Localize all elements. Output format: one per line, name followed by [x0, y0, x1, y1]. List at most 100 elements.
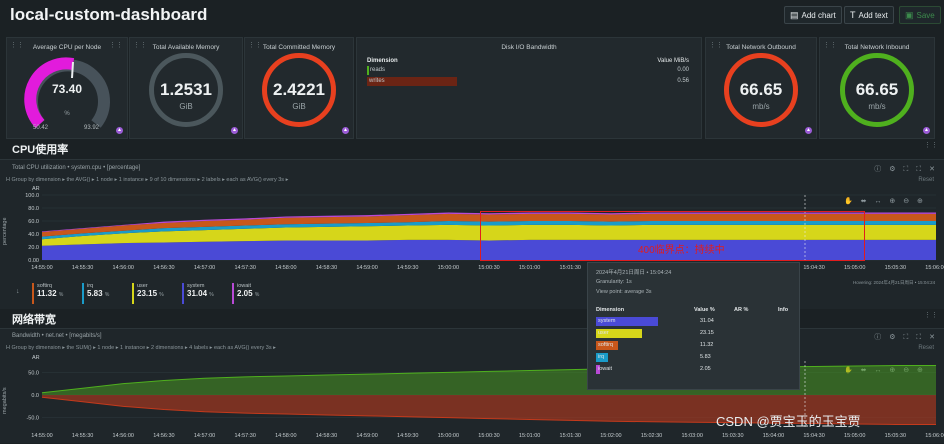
alert-badge-icon[interactable]: ▲ [805, 127, 812, 134]
y-tick-label: 50.0 [28, 370, 39, 376]
tooltip-row: iowait 2.05 [596, 365, 792, 374]
text-icon: T [850, 10, 856, 20]
x-tick-label: 15:01:00 [519, 433, 540, 439]
legend-value: 5.83 % [87, 289, 110, 298]
legend-item-user[interactable]: user 23.15 % [132, 283, 180, 304]
tooltip-row-value: 23.15 [700, 330, 714, 336]
alert-badge-icon[interactable]: ▲ [342, 127, 349, 134]
cpu-gauge-card: ⋮⋮ ⋮⋮ Average CPU per Node 73.40 % 50.42… [6, 37, 128, 139]
hovering-text: Hovering: 2024年4月21日周日 • 15:04:24 [853, 280, 936, 285]
x-tick-label: 14:57:00 [194, 265, 215, 271]
drag-handle-icon[interactable]: ⋮⋮ [924, 311, 938, 319]
x-tick-label: 15:03:00 [681, 433, 702, 439]
gauge-title: Total Network Inbound [844, 44, 910, 51]
x-tick-label: 15:01:30 [560, 433, 581, 439]
x-tick-label: 15:02:00 [600, 433, 621, 439]
x-tick-label: 14:58:00 [275, 265, 296, 271]
add-text-label: Add text [858, 10, 888, 20]
y-tick-label: 0.00 [28, 258, 39, 264]
add-chart-label: Add chart [801, 10, 836, 20]
x-tick-label: 14:57:30 [234, 433, 255, 439]
arrow-down-icon[interactable]: ↓ [16, 288, 20, 295]
x-tick-label: 14:55:00 [31, 433, 52, 439]
network-inbound-ring: 66.65 mb/s [840, 53, 914, 127]
tooltip-row-name: softirq [598, 342, 613, 348]
chart-icon: ▤ [790, 9, 799, 20]
disk-row-writes[interactable]: writes [367, 77, 457, 86]
legend-item-irq[interactable]: irq 5.83 % [82, 283, 130, 304]
legend-item-iowait[interactable]: iowait 2.05 % [232, 283, 280, 304]
gauge-unit: GiB [179, 102, 193, 111]
tooltip-info-header: Info [778, 307, 789, 313]
alert-badge-icon[interactable]: ▲ [231, 127, 238, 134]
add-text-button[interactable]: T Add text [844, 6, 894, 24]
disk-row-name: reads [370, 67, 386, 73]
x-tick-label: 14:56:30 [153, 265, 174, 271]
x-tick-label: 14:59:00 [356, 265, 377, 271]
tooltip-row: softirq 11.32 [596, 341, 792, 350]
y-tick-label: 60.0 [28, 219, 39, 225]
x-tick-label: 14:56:00 [113, 433, 134, 439]
save-button[interactable]: ▣ Save [899, 6, 941, 24]
tooltip-viewpoint: View point: average 3s [596, 289, 652, 295]
tooltip-row: system 31.04 [596, 317, 792, 326]
available-memory-ring: 1.2531 GiB [149, 53, 223, 127]
x-tick-label: 15:06:00 [925, 433, 944, 439]
legend-value: 2.05 % [237, 289, 260, 298]
gauge-value: 66.65 [739, 80, 783, 99]
watermark-text: CSDN @贾宝玉的玉宝贾 [716, 414, 861, 429]
alert-badge-icon[interactable]: ▲ [116, 127, 123, 134]
disk-row-reads[interactable]: reads [367, 66, 467, 75]
gauge-unit: % [64, 111, 70, 117]
x-tick-label: 15:05:30 [885, 433, 906, 439]
tooltip-row-name: system [598, 318, 616, 324]
disk-row-name: writes [369, 78, 385, 84]
x-tick-label: 15:01:30 [560, 265, 581, 271]
x-tick-label: 14:57:00 [194, 433, 215, 439]
x-tick-label: 14:59:00 [356, 433, 377, 439]
tooltip-val-header: Value % [694, 307, 715, 313]
y-tick-label: 100.0 [25, 193, 39, 199]
legend-item-system[interactable]: system 31.04 % [182, 283, 230, 304]
disk-row-value: 0.56 [677, 78, 689, 84]
legend-value: 31.04 % [187, 289, 214, 298]
x-tick-label: 14:55:00 [31, 265, 52, 271]
gauge-unit: mb/s [752, 102, 770, 111]
add-chart-button[interactable]: ▤ Add chart [784, 6, 842, 24]
x-tick-label: 15:02:30 [641, 433, 662, 439]
gauge-max: 93.92 [84, 125, 100, 131]
x-tick-label: 15:00:00 [438, 265, 459, 271]
tooltip-granularity: Granularity: 1s [596, 279, 632, 285]
annotation-text: 400临界点：持续中 [638, 245, 725, 256]
committed-memory-card: ⋮⋮ Total Committed Memory 2.4221 GiB ▲ [244, 37, 354, 139]
tooltip-row-name: iowait [598, 366, 613, 372]
dashboard-title: local-custom-dashboard [10, 5, 208, 24]
x-tick-label: 15:05:00 [844, 433, 865, 439]
x-tick-label: 15:03:30 [722, 433, 743, 439]
legend-item-softirq[interactable]: softirq 11.32 % [32, 283, 80, 304]
x-tick-label: 15:04:00 [763, 433, 784, 439]
gauge-value: 1.2531 [160, 80, 212, 99]
save-label: Save [916, 10, 935, 20]
drag-handle-icon[interactable]: ⋮⋮ [924, 141, 938, 149]
x-tick-label: 14:58:30 [316, 265, 337, 271]
gauge-title: Total Network Outbound [726, 44, 796, 51]
tooltip-dim-header: Dimension [596, 307, 625, 313]
disk-dimension-header: Dimension [367, 58, 398, 64]
tooltip-date: 2024年4月21日周日 • 15:04:24 [596, 270, 672, 276]
x-tick-label: 14:55:30 [72, 265, 93, 271]
x-tick-label: 14:56:00 [113, 265, 134, 271]
network-outbound-card: ⋮⋮ Total Network Outbound 66.65 mb/s ▲ [705, 37, 817, 139]
disk-io-card: Disk I/O Bandwidth Dimension Value MiB/s… [356, 37, 702, 139]
alert-badge-icon[interactable]: ▲ [923, 127, 930, 134]
gauge-title: Total Available Memory [152, 44, 220, 51]
tooltip-row-name: irq [598, 354, 605, 360]
tooltip-row-name: user [598, 330, 609, 336]
gauge-unit: mb/s [868, 102, 886, 111]
x-tick-label: 15:01:00 [519, 265, 540, 271]
gauge-title: Total Committed Memory [262, 44, 336, 51]
tooltip-row-value: 11.32 [700, 342, 714, 348]
tooltip-row-value: 31.04 [700, 318, 714, 324]
gauge-value: 73.40 [51, 82, 83, 96]
tooltip-row: user 23.15 [596, 329, 792, 338]
